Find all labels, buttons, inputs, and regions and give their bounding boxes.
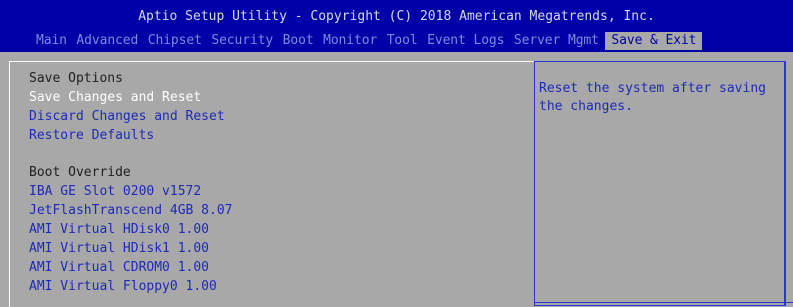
restore-defaults-item[interactable]: Restore Defaults [29,128,154,144]
tab-save-exit[interactable]: Save & Exit [605,32,703,50]
help-panel-divider [534,302,793,303]
save-options-heading: Save Options [29,71,123,86]
boot-override-item-iba-ge[interactable]: IBA GE Slot 0200 v1572 [29,184,201,200]
tab-server-mgmt[interactable]: Server Mgmt [514,32,599,50]
tab-chipset[interactable]: Chipset [148,32,202,50]
help-panel: Reset the system after saving the change… [534,52,793,307]
save-changes-and-reset-item[interactable]: Save Changes and Reset [29,90,201,106]
tab-event-logs[interactable]: Event Logs [427,32,504,50]
help-box: Reset the system after saving the change… [534,61,786,306]
boot-override-item-hdisk0[interactable]: AMI Virtual HDisk0 1.00 [29,222,209,238]
tab-security[interactable]: Security [211,32,273,50]
title-bar: Aptio Setup Utility - Copyright (C) 2018… [0,0,793,52]
tab-tool[interactable]: Tool [387,32,418,50]
bios-setup-screen: Aptio Setup Utility - Copyright (C) 2018… [0,0,793,307]
boot-override-item-jetflash[interactable]: JetFlashTranscend 4GB 8.07 [29,203,233,219]
boot-override-item-cdrom0[interactable]: AMI Virtual CDROM0 1.00 [29,260,209,276]
tab-monitor[interactable]: Monitor [323,32,377,50]
menu-tabs: Main Advanced Chipset Security Boot Moni… [36,32,712,50]
options-panel: Save Options Save Changes and Reset Disc… [0,52,534,307]
help-text: Reset the system after saving the change… [539,81,766,114]
discard-changes-and-reset-item[interactable]: Discard Changes and Reset [29,109,225,125]
tab-advanced[interactable]: Advanced [76,32,138,50]
boot-override-item-hdisk1[interactable]: AMI Virtual HDisk1 1.00 [29,241,209,257]
boot-override-item-floppy0[interactable]: AMI Virtual Floppy0 1.00 [29,279,217,295]
utility-title: Aptio Setup Utility - Copyright (C) 2018… [138,9,655,24]
boot-override-heading: Boot Override [29,165,131,180]
tab-main[interactable]: Main [36,32,67,50]
tab-boot[interactable]: Boot [283,32,314,50]
